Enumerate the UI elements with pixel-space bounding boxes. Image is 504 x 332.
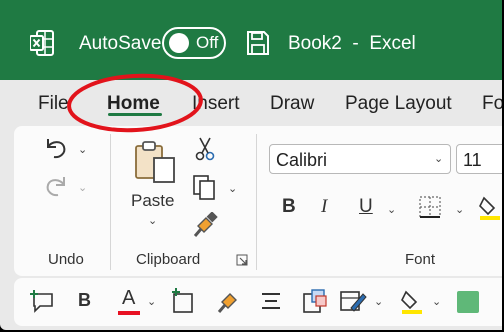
bold-button[interactable]: B: [282, 196, 296, 218]
tab-insert[interactable]: Insert: [192, 93, 240, 115]
format-painter-icon[interactable]: [192, 212, 218, 238]
autosave-toggle[interactable]: Off: [162, 27, 226, 59]
tab-file[interactable]: File: [38, 93, 69, 115]
italic-button[interactable]: I: [321, 196, 327, 218]
align-center-icon[interactable]: [260, 291, 282, 311]
paste-label[interactable]: Paste: [131, 191, 174, 211]
highlight-fill-icon[interactable]: [400, 288, 424, 314]
font-name-chevron-icon: ⌄: [434, 153, 444, 165]
underline-dropdown-chevron-icon[interactable]: ⌄: [387, 203, 396, 216]
redo-dropdown-chevron-icon[interactable]: ⌄: [78, 181, 87, 194]
excel-window: AutoSave Off Book2 - Excel File Home Ins…: [0, 0, 502, 330]
font-size-value: 11: [463, 150, 482, 170]
cell-styles-chevron-icon[interactable]: ⌄: [374, 295, 383, 308]
autosave-label: AutoSave: [79, 33, 162, 54]
toggle-knob: [169, 33, 189, 53]
font-color-chevron-icon[interactable]: ⌄: [147, 295, 156, 308]
fill-color-icon[interactable]: [478, 194, 502, 220]
format-painter-quick-icon[interactable]: [216, 288, 242, 314]
clipboard-launcher-icon[interactable]: [236, 254, 248, 266]
title-bar: AutoSave Off Book2 - Excel: [0, 0, 502, 80]
highlight-fill-chevron-icon[interactable]: ⌄: [432, 295, 441, 308]
insert-cells-icon[interactable]: [170, 288, 196, 314]
save-icon[interactable]: [246, 30, 270, 56]
borders-icon[interactable]: [419, 196, 441, 218]
new-comment-icon[interactable]: [30, 288, 56, 314]
undo-group-label: Undo: [48, 251, 84, 268]
copy-icon[interactable]: [192, 174, 218, 200]
tab-page-layout[interactable]: Page Layout: [345, 93, 452, 115]
copy-dropdown-chevron-icon[interactable]: ⌄: [228, 182, 237, 195]
redo-icon[interactable]: [42, 173, 70, 199]
group-divider: [110, 134, 111, 270]
undo-dropdown-chevron-icon[interactable]: ⌄: [78, 143, 87, 156]
undo-icon[interactable]: [42, 135, 70, 161]
ribbon-panel: ⌄ ⌄ Undo Paste ⌄ ⌄ Clipboard Calibri ⌄ 1…: [14, 126, 502, 276]
cell-styles-icon[interactable]: [339, 288, 367, 314]
font-name-dropdown[interactable]: Calibri ⌄: [269, 144, 451, 174]
font-group-label: Font: [405, 251, 436, 268]
document-title: Book2 - Excel: [288, 33, 416, 54]
clipboard-group-label: Clipboard: [136, 251, 201, 268]
tab-formulas[interactable]: Fo: [482, 93, 502, 115]
ribbon-tabs: File Home Insert Draw Page Layout Fo: [0, 80, 502, 126]
font-color-swatch: [118, 311, 140, 315]
cut-icon[interactable]: [195, 136, 215, 162]
autosave-state: Off: [196, 33, 219, 52]
font-name-value: Calibri: [276, 150, 328, 170]
format-as-table-icon[interactable]: [302, 288, 328, 314]
paste-icon[interactable]: [132, 138, 178, 184]
active-tab-indicator: [108, 113, 162, 116]
borders-dropdown-chevron-icon[interactable]: ⌄: [455, 203, 464, 216]
tab-draw[interactable]: Draw: [270, 93, 314, 115]
paste-dropdown-chevron-icon[interactable]: ⌄: [148, 214, 157, 227]
group-divider: [256, 134, 257, 270]
tab-home[interactable]: Home: [107, 93, 160, 115]
excel-logo-icon: [30, 30, 54, 56]
underline-button[interactable]: U: [359, 196, 373, 218]
color-swatch[interactable]: [457, 291, 479, 313]
quick-bold-button[interactable]: B: [78, 290, 91, 311]
quick-access-toolbar: B A ⌄ ⌄ ⌄: [14, 278, 502, 326]
font-size-dropdown[interactable]: 11: [456, 144, 502, 174]
quick-font-color-button[interactable]: A: [122, 287, 135, 310]
